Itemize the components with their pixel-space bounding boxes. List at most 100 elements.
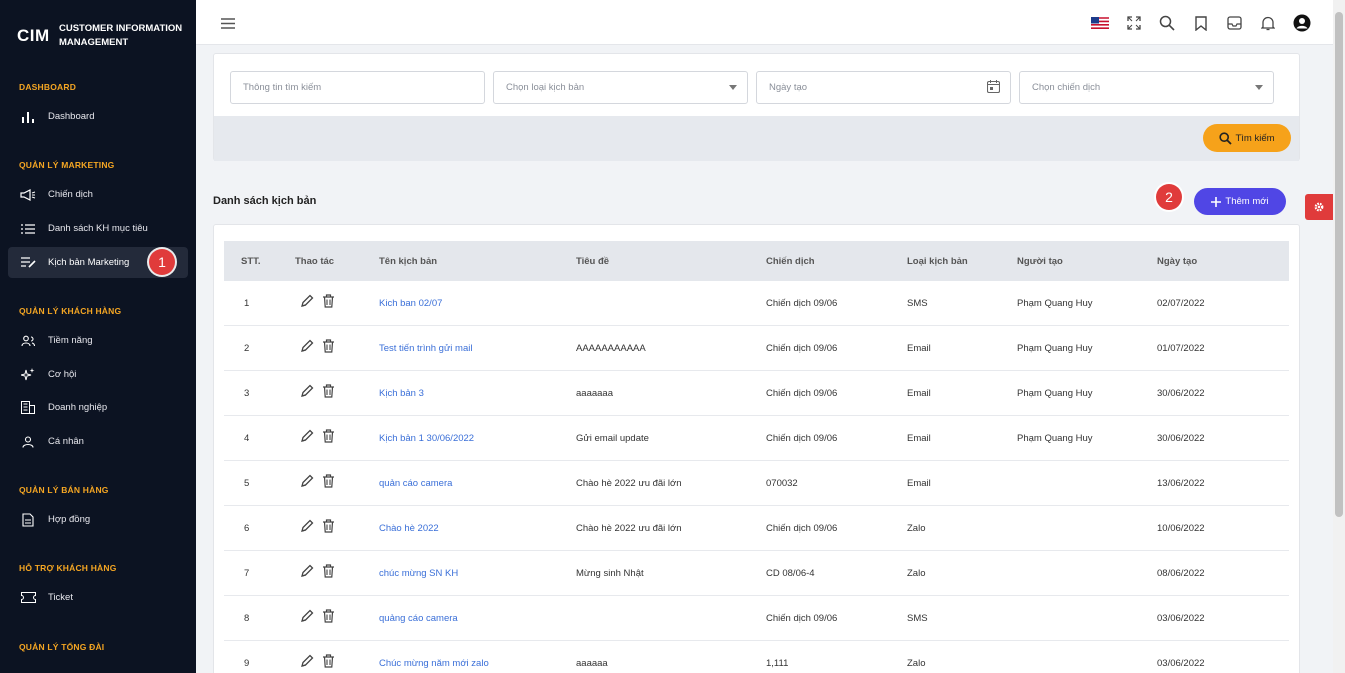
sidebar-item-campaign[interactable]: Chiến dịch — [8, 179, 188, 210]
trash-icon[interactable] — [322, 339, 335, 356]
edit-pencil-icon[interactable] — [300, 384, 314, 401]
cell-campaign: Chiến dịch 09/06 — [766, 613, 838, 624]
trash-icon[interactable] — [322, 294, 335, 311]
trash-icon[interactable] — [322, 384, 335, 401]
edit-pencil-icon[interactable] — [300, 609, 314, 626]
cell-name[interactable]: Test tiến trình gửi mail — [379, 343, 472, 354]
sidebar-item-ticket[interactable]: Ticket — [8, 582, 188, 613]
section-dashboard: DASHBOARD — [19, 82, 77, 92]
sidebar-item-label: Danh sách KH mục tiêu — [48, 223, 148, 234]
edit-pencil-icon[interactable] — [300, 564, 314, 581]
sidebar-item-enterprise[interactable]: Doanh nghiệp — [8, 392, 188, 423]
edit-pencil-icon[interactable] — [300, 294, 314, 311]
edit-pencil-icon[interactable] — [300, 654, 314, 671]
cell-type: SMS — [907, 613, 928, 624]
cell-title: Gửi email update — [576, 433, 649, 444]
row-actions — [300, 474, 335, 491]
sidebar-item-opportunity[interactable]: Cơ hội — [8, 359, 188, 390]
cell-campaign: 070032 — [766, 478, 798, 489]
menu-icon[interactable] — [218, 13, 238, 33]
script-type-placeholder: Chọn loại kịch bản — [506, 82, 585, 93]
script-type-select[interactable]: Chọn loại kịch bản — [493, 71, 748, 104]
sidebar-item-individual[interactable]: Cá nhân — [8, 426, 188, 457]
table-row: 2 Test tiến trình gửi mail AAAAAAAAAAA Chiế… — [224, 326, 1289, 371]
settings-gear-icon[interactable] — [1305, 194, 1333, 220]
trash-icon[interactable] — [322, 654, 335, 671]
row-actions — [300, 609, 335, 626]
cell-stt: 8 — [244, 613, 250, 624]
trash-icon[interactable] — [322, 429, 335, 446]
search-input-placeholder: Thông tin tìm kiếm — [243, 82, 322, 93]
campaign-select[interactable]: Chọn chiến dịch — [1019, 71, 1274, 104]
cell-date: 02/07/2022 — [1157, 298, 1205, 309]
cell-title: Chào hè 2022 ưu đãi lớn — [576, 478, 682, 489]
cell-name[interactable]: Kịch bản 1 30/06/2022 — [379, 433, 474, 444]
table-row: 9 Chúc mừng năm mới zalo aaaaaa 1,111 Zalo 03… — [224, 641, 1289, 673]
cell-stt: 5 — [244, 478, 250, 489]
add-new-button[interactable]: Thêm mới — [1194, 188, 1286, 215]
cell-name[interactable]: Kịch bản 3 — [379, 388, 424, 399]
scrollbar-thumb[interactable] — [1335, 12, 1343, 517]
cell-creator: Phạm Quang Huy — [1017, 388, 1093, 399]
cell-name[interactable]: quản cáo camera — [379, 478, 452, 489]
sidebar-item-label: Cá nhân — [48, 436, 84, 447]
col-type: Loại kịch bản — [907, 256, 968, 267]
sidebar-item-target-list[interactable]: Danh sách KH mục tiêu — [8, 213, 188, 244]
col-name: Tên kịch bản — [379, 256, 438, 267]
cell-name[interactable]: Kich ban 02/07 — [379, 298, 442, 309]
trash-icon[interactable] — [322, 609, 335, 626]
sidebar-item-label: Chiến dịch — [48, 189, 93, 200]
cell-date: 03/06/2022 — [1157, 658, 1205, 669]
cell-date: 08/06/2022 — [1157, 568, 1205, 579]
search-icon — [1219, 131, 1233, 145]
sparkle-icon — [20, 368, 36, 382]
search-input[interactable]: Thông tin tìm kiếm — [230, 71, 485, 104]
section-support: HỖ TRỢ KHÁCH HÀNG — [19, 563, 117, 573]
us-flag-icon[interactable] — [1090, 13, 1110, 33]
cell-stt: 7 — [244, 568, 250, 579]
sidebar-item-contract[interactable]: Hợp đồng — [8, 504, 188, 535]
fullscreen-icon[interactable] — [1124, 13, 1144, 33]
cell-name[interactable]: Chúc mừng năm mới zalo — [379, 658, 489, 669]
account-icon[interactable] — [1292, 13, 1312, 33]
cell-type: SMS — [907, 298, 928, 309]
page-scrollbar[interactable] — [1333, 0, 1345, 673]
cell-name[interactable]: chúc mừng SN KH — [379, 568, 458, 579]
edit-pencil-icon[interactable] — [300, 519, 314, 536]
sidebar-item-dashboard[interactable]: Dashboard — [8, 101, 188, 132]
cell-name[interactable]: quảng cáo camera — [379, 613, 458, 624]
trash-icon[interactable] — [322, 474, 335, 491]
trash-icon[interactable] — [322, 519, 335, 536]
col-title: Tiêu đề — [576, 256, 610, 267]
cell-type: Email — [907, 433, 931, 444]
bookmark-icon[interactable] — [1191, 13, 1211, 33]
cell-campaign: Chiến dịch 09/06 — [766, 523, 838, 534]
trash-icon[interactable] — [322, 564, 335, 581]
sidebar-item-leads[interactable]: Tiềm năng — [8, 325, 188, 356]
campaign-placeholder: Chọn chiến dịch — [1032, 82, 1101, 93]
cell-type: Zalo — [907, 523, 926, 534]
bell-icon[interactable] — [1258, 13, 1278, 33]
sidebar-item-label: Kịch bản Marketing — [48, 257, 130, 268]
col-creator: Người tạo — [1017, 256, 1063, 267]
cell-creator: Phạm Quang Huy — [1017, 433, 1093, 444]
cell-type: Email — [907, 478, 931, 489]
calendar-icon[interactable] — [986, 80, 1001, 96]
topbar — [196, 0, 1333, 45]
cell-name[interactable]: Chào hè 2022 — [379, 523, 439, 534]
cell-stt: 4 — [244, 433, 250, 444]
edit-pencil-icon[interactable] — [300, 339, 314, 356]
cell-date: 03/06/2022 — [1157, 613, 1205, 624]
created-date-input[interactable]: Ngày tạo — [756, 71, 1011, 104]
search-icon[interactable] — [1157, 13, 1177, 33]
list-icon — [20, 222, 36, 236]
section-marketing: QUẢN LÝ MARKETING — [19, 160, 115, 170]
inbox-icon[interactable] — [1224, 13, 1244, 33]
search-button[interactable]: Tìm kiếm — [1203, 124, 1291, 152]
cell-title: aaaaaaa — [576, 388, 613, 399]
cell-stt: 3 — [244, 388, 250, 399]
brand-logo[interactable]: CIM CUSTOMER INFORMATION MANAGEMENT — [17, 22, 182, 50]
edit-pencil-icon[interactable] — [300, 429, 314, 446]
section-customer: QUẢN LÝ KHÁCH HÀNG — [19, 306, 122, 316]
edit-pencil-icon[interactable] — [300, 474, 314, 491]
